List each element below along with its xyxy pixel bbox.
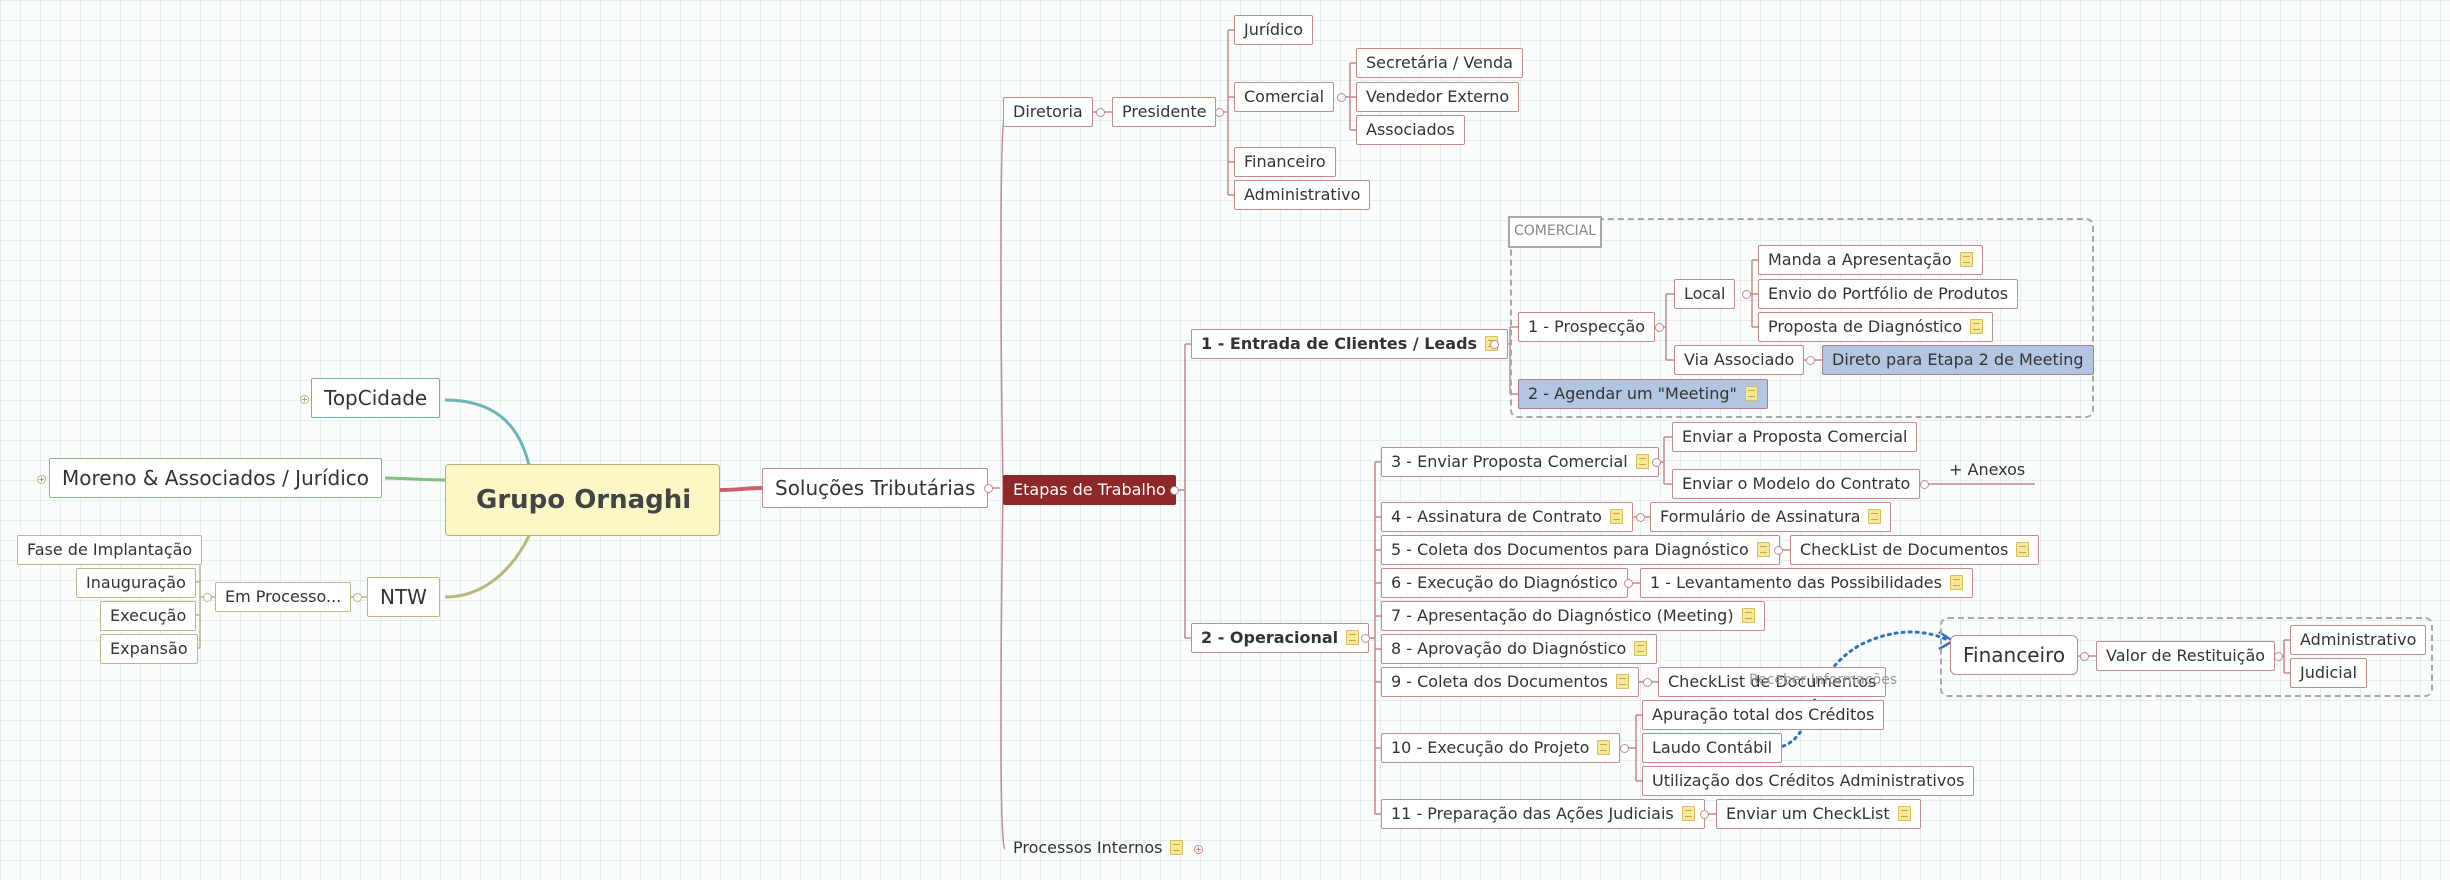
note-icon[interactable] [1949, 575, 1963, 590]
note-icon[interactable] [1635, 454, 1649, 469]
fase-implantacao-node[interactable]: Fase de Implantação [17, 535, 203, 565]
collapse-toggle[interactable] [1361, 634, 1370, 643]
collapse-toggle[interactable] [1490, 340, 1499, 349]
root-node[interactable]: Grupo Ornaghi [445, 464, 720, 536]
financeiro-float-node[interactable]: Financeiro [1950, 635, 2079, 675]
note-icon[interactable] [1346, 630, 1360, 645]
administrativo-float-node[interactable]: Administrativo [2290, 625, 2427, 655]
execucao-node[interactable]: Execução [100, 601, 197, 631]
note-icon[interactable] [1597, 740, 1611, 755]
collapse-toggle[interactable] [984, 484, 993, 493]
note-icon[interactable] [1681, 806, 1695, 821]
note-icon[interactable] [1970, 319, 1984, 334]
step-4-node[interactable]: 4 - Assinatura de Contrato [1381, 502, 1633, 532]
collapse-toggle[interactable] [1655, 323, 1664, 332]
collapse-toggle[interactable] [1620, 744, 1629, 753]
enviar-modelo-contrato-node[interactable]: Enviar o Modelo do Contrato [1672, 469, 1921, 499]
note-icon[interactable] [1615, 674, 1629, 689]
collapse-toggle[interactable] [1337, 93, 1346, 102]
enviar-checklist-node[interactable]: Enviar um CheckList [1716, 799, 1921, 829]
em-processo-node[interactable]: Em Processo... [215, 582, 352, 612]
financeiro-node[interactable]: Financeiro [1234, 147, 1336, 177]
step-11-node[interactable]: 11 - Preparação das Ações Judiciais [1381, 799, 1705, 829]
checklist-documentos-node[interactable]: CheckList de Documentos [1790, 535, 2040, 565]
collapse-toggle[interactable] [1636, 513, 1645, 522]
collapse-toggle[interactable] [1700, 810, 1709, 819]
etapas-de-trabalho-node[interactable]: Etapas de Trabalho [1003, 475, 1176, 505]
envio-portfolio-node[interactable]: Envio do Portfólio de Produtos [1758, 279, 2019, 309]
presidente-node[interactable]: Presidente [1112, 97, 1217, 127]
via-associado-node[interactable]: Via Associado [1674, 345, 1805, 375]
collapse-toggle[interactable] [1170, 486, 1179, 495]
valor-restituicao-node[interactable]: Valor de Restituição [2096, 641, 2276, 671]
collapse-toggle[interactable] [1920, 480, 1929, 489]
collapse-toggle[interactable] [2080, 652, 2089, 661]
note-icon[interactable] [2016, 542, 2030, 557]
note-icon[interactable] [1744, 386, 1758, 401]
vendedor-externo-node[interactable]: Vendedor Externo [1356, 82, 1520, 112]
administrativo-node[interactable]: Administrativo [1234, 180, 1371, 210]
topcidade-node[interactable]: TopCidade [311, 378, 441, 418]
expand-toggle[interactable] [37, 475, 46, 484]
judicial-node[interactable]: Judicial [2290, 658, 2367, 688]
step-8-node[interactable]: 8 - Aprovação do Diagnóstico [1381, 634, 1658, 664]
step-9-node[interactable]: 9 - Coleta dos Documentos [1381, 667, 1639, 697]
collapse-toggle[interactable] [1774, 546, 1783, 555]
manda-apresentacao-node[interactable]: Manda a Apresentação [1758, 245, 1983, 275]
apuracao-creditos-node[interactable]: Apuração total dos Créditos [1642, 700, 1885, 730]
collapse-toggle[interactable] [1624, 579, 1633, 588]
collapse-toggle[interactable] [1215, 108, 1224, 117]
note-icon[interactable] [1609, 509, 1623, 524]
collapse-toggle[interactable] [1643, 678, 1652, 687]
note-icon[interactable] [1634, 641, 1648, 656]
local-node[interactable]: Local [1674, 279, 1736, 309]
expand-toggle[interactable] [300, 395, 309, 404]
collapse-toggle[interactable] [1742, 290, 1751, 299]
collapse-toggle[interactable] [2274, 652, 2283, 661]
collapse-toggle[interactable] [203, 593, 212, 602]
note-icon[interactable] [1170, 840, 1184, 855]
step-3-node[interactable]: 3 - Enviar Proposta Comercial [1381, 447, 1659, 477]
processos-internos-node[interactable]: Processos Internos [1004, 834, 1192, 864]
collapse-toggle[interactable] [1806, 356, 1815, 365]
note-icon[interactable] [1741, 608, 1755, 623]
enviar-proposta-node[interactable]: Enviar a Proposta Comercial [1672, 422, 1918, 452]
step-6-node[interactable]: 6 - Execução do Diagnóstico [1381, 568, 1628, 598]
relation-label[interactable]: Receber Informações [1749, 672, 1897, 688]
solucoes-tributarias-node[interactable]: Soluções Tributárias [762, 468, 989, 508]
collapse-toggle[interactable] [1096, 108, 1105, 117]
agendar-meeting-node[interactable]: 2 - Agendar um "Meeting" [1518, 379, 1768, 409]
note-icon[interactable] [1897, 806, 1911, 821]
laudo-contabil-node[interactable]: Laudo Contábil [1642, 733, 1783, 763]
ntw-node[interactable]: NTW [367, 577, 440, 617]
entrada-clientes-node[interactable]: 1 - Entrada de Clientes / Leads [1191, 329, 1509, 359]
step-5-node[interactable]: 5 - Coleta dos Documentos para Diagnósti… [1381, 535, 1780, 565]
inauguracao-node[interactable]: Inauguração [76, 568, 196, 598]
proposta-diagnostico-node[interactable]: Proposta de Diagnóstico [1758, 312, 1994, 342]
levantamento-node[interactable]: 1 - Levantamento das Possibilidades [1640, 568, 1973, 598]
expansao-node[interactable]: Expansão [100, 634, 198, 664]
comercial-node[interactable]: Comercial [1234, 82, 1335, 112]
anexos-node[interactable]: + Anexos [1940, 456, 2034, 486]
prospeccao-node[interactable]: 1 - Prospecção [1518, 312, 1656, 342]
boundary-title[interactable]: COMERCIAL [1508, 216, 1603, 248]
diretoria-node[interactable]: Diretoria [1003, 97, 1093, 127]
moreno-node[interactable]: Moreno & Associados / Jurídico [49, 458, 383, 498]
utilizacao-creditos-node[interactable]: Utilização dos Créditos Administrativos [1642, 766, 1975, 796]
secretaria-node[interactable]: Secretária / Venda [1356, 48, 1523, 78]
associados-node[interactable]: Associados [1356, 115, 1465, 145]
step-10-node[interactable]: 10 - Execução do Projeto [1381, 733, 1621, 763]
note-icon[interactable] [1959, 252, 1973, 267]
juridico-node[interactable]: Jurídico [1234, 15, 1314, 45]
note-icon[interactable] [1868, 509, 1882, 524]
collapse-toggle[interactable] [353, 593, 362, 602]
collapse-toggle[interactable] [1652, 458, 1661, 467]
direto-etapa-node[interactable]: Direto para Etapa 2 de Meeting [1822, 345, 2094, 375]
expand-toggle[interactable] [1194, 845, 1203, 854]
note-icon[interactable] [1756, 542, 1770, 557]
formulario-assinatura-node[interactable]: Formulário de Assinatura [1650, 502, 1892, 532]
step-7-node[interactable]: 7 - Apresentação do Diagnóstico (Meeting… [1381, 601, 1765, 631]
operacional-node[interactable]: 2 - Operacional [1191, 623, 1370, 653]
connector-lines [195, 29, 2290, 850]
